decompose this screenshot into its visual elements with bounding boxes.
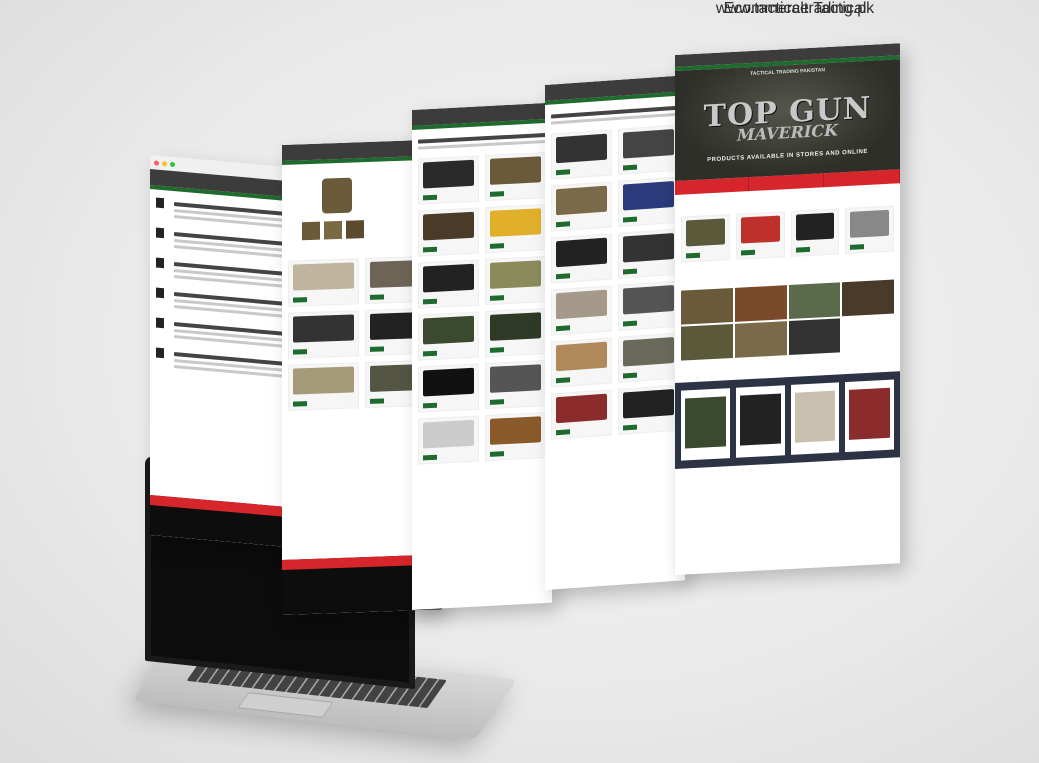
product-card[interactable] bbox=[618, 280, 679, 331]
product-card[interactable] bbox=[485, 151, 546, 202]
product-gallery bbox=[292, 169, 432, 245]
featured-products bbox=[675, 199, 900, 269]
product-card[interactable] bbox=[618, 228, 679, 279]
product-card[interactable] bbox=[418, 259, 479, 309]
product-card[interactable] bbox=[618, 384, 679, 435]
minimize-dot-icon bbox=[162, 160, 167, 166]
hero-tagline: PRODUCTS AVAILABLE IN STORES AND ONLINE bbox=[707, 148, 868, 164]
product-card[interactable] bbox=[551, 181, 612, 232]
close-dot-icon bbox=[154, 159, 159, 166]
tagline: Ecommerce Tactical bbox=[723, 0, 867, 17]
category-tile[interactable] bbox=[842, 279, 894, 317]
page-category-listing bbox=[412, 102, 552, 611]
category-tile[interactable] bbox=[788, 318, 841, 356]
product-card[interactable] bbox=[618, 176, 679, 227]
product-card[interactable] bbox=[418, 207, 479, 257]
product-card[interactable] bbox=[551, 285, 612, 336]
product-card[interactable] bbox=[288, 258, 359, 307]
product-card[interactable] bbox=[288, 310, 359, 359]
product-card[interactable] bbox=[735, 211, 785, 260]
product-card[interactable] bbox=[681, 388, 730, 461]
product-grid bbox=[412, 146, 552, 471]
mockup-stage: TACTICAL TRADING PAKISTAN TOP GUN MAVERI… bbox=[0, 0, 1039, 763]
product-grid bbox=[545, 118, 685, 446]
jacket-image bbox=[322, 177, 352, 214]
product-card[interactable] bbox=[288, 362, 359, 411]
hero-banner: TACTICAL TRADING PAKISTAN TOP GUN MAVERI… bbox=[675, 59, 900, 181]
product-card[interactable] bbox=[551, 129, 612, 180]
maximize-dot-icon bbox=[170, 161, 175, 167]
product-card[interactable] bbox=[485, 307, 546, 358]
thumb-image bbox=[346, 220, 364, 239]
product-card[interactable] bbox=[618, 332, 679, 383]
category-tiles bbox=[675, 273, 900, 367]
category-tile bbox=[842, 315, 894, 353]
product-card[interactable] bbox=[551, 233, 612, 284]
product-card[interactable] bbox=[618, 124, 679, 175]
product-card[interactable] bbox=[485, 359, 546, 410]
product-card[interactable] bbox=[790, 382, 840, 455]
product-card[interactable] bbox=[551, 337, 612, 388]
product-card[interactable] bbox=[418, 311, 479, 361]
page-home: TACTICAL TRADING PAKISTAN TOP GUN MAVERI… bbox=[675, 43, 900, 575]
product-card[interactable] bbox=[418, 155, 479, 205]
product-card[interactable] bbox=[845, 205, 894, 255]
product-card[interactable] bbox=[735, 385, 785, 458]
thumb-image bbox=[302, 221, 320, 241]
thumb-image bbox=[324, 220, 342, 240]
product-card[interactable] bbox=[551, 389, 612, 440]
product-card[interactable] bbox=[485, 203, 546, 254]
new-arrivals-section bbox=[675, 371, 900, 469]
category-tile[interactable] bbox=[681, 287, 733, 325]
product-card[interactable] bbox=[845, 379, 894, 453]
category-tile[interactable] bbox=[734, 321, 787, 358]
product-card[interactable] bbox=[485, 255, 546, 306]
page-gear-listing bbox=[545, 75, 685, 590]
category-tile[interactable] bbox=[734, 285, 787, 322]
product-card[interactable] bbox=[485, 411, 546, 462]
product-card[interactable] bbox=[418, 363, 479, 413]
product-card[interactable] bbox=[790, 208, 840, 257]
category-tile[interactable] bbox=[788, 282, 841, 320]
product-card[interactable] bbox=[418, 415, 479, 465]
laptop-trackpad bbox=[237, 692, 334, 718]
category-tile[interactable] bbox=[681, 323, 733, 361]
product-card[interactable] bbox=[681, 214, 730, 263]
